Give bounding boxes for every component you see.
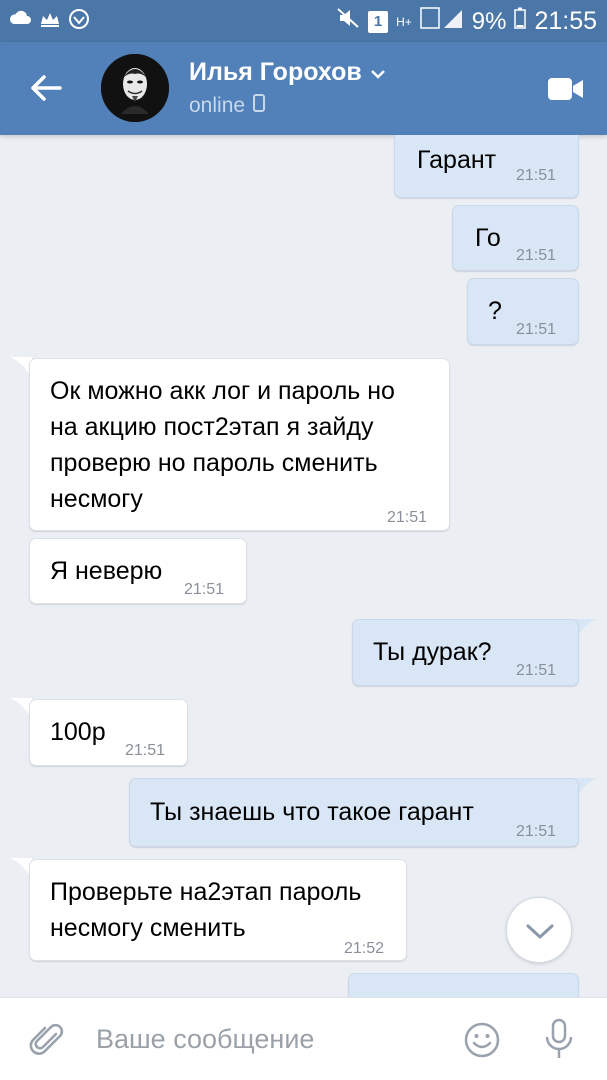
- signal-icon: [420, 6, 464, 37]
- emoji-icon[interactable]: [464, 1022, 500, 1058]
- mobile-icon: [253, 94, 266, 118]
- message-text-line: несмогу: [50, 485, 143, 513]
- message-bubble-incoming[interactable]: Я неверю 21:51: [29, 538, 247, 604]
- message-text: 100р: [50, 718, 106, 746]
- message-bubble-outgoing[interactable]: ? 21:51: [467, 278, 579, 345]
- message-text: Гарант: [417, 146, 497, 174]
- battery-icon: [514, 7, 527, 36]
- message-bubble-incoming[interactable]: 100р 21:51: [29, 699, 188, 766]
- chevron-down-icon: [526, 924, 554, 939]
- message-text-line: проверю но пароль сменить: [50, 449, 378, 477]
- message-text: Ты знаешь что такое гарант: [150, 798, 474, 826]
- contact-status: online: [189, 94, 266, 118]
- network-type: H+: [396, 14, 412, 29]
- message-text-line: несмогу сменить: [50, 914, 246, 942]
- chevron-down-icon[interactable]: [370, 58, 386, 87]
- message-bubble-outgoing[interactable]: Гарант 21:51: [394, 135, 579, 198]
- paperclip-icon[interactable]: [28, 1020, 68, 1060]
- notification-icon: [38, 8, 60, 30]
- message-time: 21:51: [515, 321, 556, 338]
- status-bar: 1 H+ 9% 21:55: [0, 0, 607, 42]
- message-time: 21:51: [124, 742, 165, 759]
- message-list[interactable]: Гарант 21:51 Го 21:51 ? 21:51 Ок можно а…: [0, 135, 607, 997]
- battery-percent: 9%: [471, 7, 507, 35]
- message-bubble-outgoing-partial[interactable]: [348, 973, 579, 997]
- message-text: ?: [488, 297, 502, 325]
- message-bubble-outgoing[interactable]: Го 21:51: [452, 205, 579, 271]
- video-call-icon[interactable]: [547, 75, 585, 103]
- avatar[interactable]: [101, 54, 169, 122]
- message-time: 21:52: [343, 940, 384, 957]
- message-time: 21:51: [515, 823, 556, 840]
- message-bubble-outgoing[interactable]: Ты дурак? 21:51: [352, 619, 579, 686]
- cloud-icon: [8, 8, 31, 30]
- message-text: Го: [475, 224, 501, 252]
- message-time: 21:51: [515, 167, 556, 184]
- message-time: 21:51: [386, 509, 427, 526]
- clock: 21:55: [534, 7, 597, 35]
- message-text-line: Проверьте на2этап пароль: [50, 878, 362, 906]
- message-time: 21:51: [515, 662, 556, 679]
- message-text: Ты дурак?: [373, 638, 492, 666]
- message-time: 21:51: [515, 247, 556, 264]
- message-time: 21:51: [183, 581, 224, 598]
- message-composer: Ваше сообщение: [0, 997, 607, 1080]
- status-label: online: [189, 94, 246, 117]
- sim-icon: 1: [368, 10, 389, 33]
- vk-badge-icon: [68, 8, 90, 30]
- message-input[interactable]: Ваше сообщение: [96, 1024, 436, 1058]
- message-text: Я неверю: [50, 557, 163, 585]
- mute-icon: [336, 7, 360, 36]
- message-text-line: Ок можно акк лог и пароль но: [50, 377, 395, 405]
- back-arrow-icon[interactable]: [28, 70, 68, 106]
- microphone-icon[interactable]: [544, 1018, 574, 1060]
- message-bubble-incoming[interactable]: Проверьте на2этап пароль несмогу сменить…: [29, 859, 407, 961]
- message-bubble-outgoing[interactable]: Ты знаешь что такое гарант 21:51: [129, 778, 579, 847]
- contact-name[interactable]: Илья Горохов: [189, 58, 386, 87]
- message-text-line: на акцию пост2этап я зайду: [50, 413, 374, 441]
- chat-header: Илья Горохов online: [0, 42, 607, 135]
- message-bubble-incoming[interactable]: Ок можно акк лог и пароль но на акцию по…: [29, 358, 450, 531]
- contact-name-label: Илья Горохов: [189, 58, 362, 86]
- scroll-down-button[interactable]: [506, 897, 572, 963]
